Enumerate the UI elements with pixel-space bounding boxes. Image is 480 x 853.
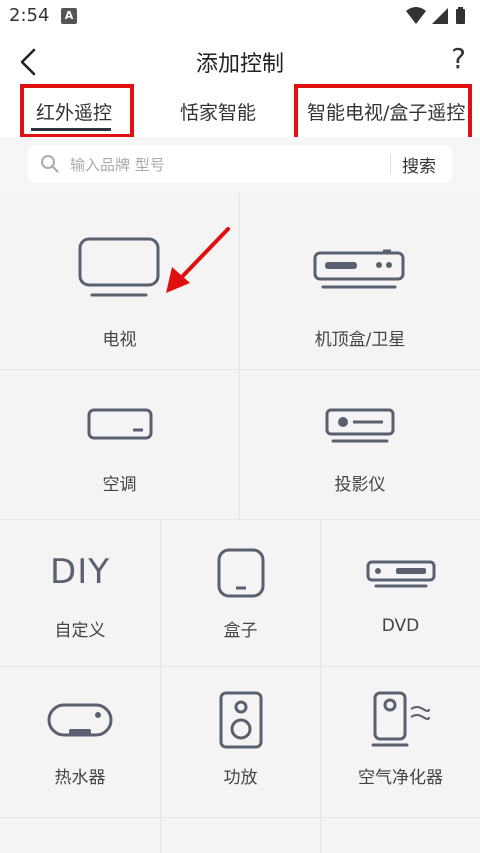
projector-icon	[325, 408, 395, 443]
device-label-box: 盒子	[223, 621, 258, 641]
device-air-purifier[interactable]: 空气净化器	[321, 667, 480, 817]
device-dvd[interactable]: DVD	[321, 520, 480, 666]
speaker-icon	[219, 691, 262, 749]
help-button[interactable]: ?	[451, 42, 466, 75]
search-icon	[41, 155, 59, 173]
device-box[interactable]: 盒子	[161, 520, 320, 666]
air-conditioner-icon	[87, 408, 152, 440]
wifi-icon	[406, 7, 426, 24]
dvd-player-icon	[366, 560, 435, 588]
device-label-amplifier: 功放	[223, 768, 258, 788]
grid-divider	[0, 817, 480, 818]
device-set-top-box[interactable]: 机顶盒/卫星	[240, 193, 480, 369]
device-label-air-conditioner: 空调	[102, 475, 137, 495]
water-heater-icon	[47, 703, 113, 737]
search-divider	[390, 154, 391, 174]
device-label-air-purifier: 空气净化器	[358, 768, 443, 788]
device-air-conditioner[interactable]: 空调	[0, 370, 239, 519]
device-projector[interactable]: 投影仪	[240, 370, 480, 519]
device-label-set-top-box: 机顶盒/卫星	[314, 330, 406, 350]
device-grid: 电视 机顶盒/卫星 空调 投影仪 DIY 自定义 盒子 DVD 热水器 功放 空…	[0, 193, 480, 853]
highlight-box-smart-tv	[294, 84, 472, 144]
device-amplifier[interactable]: 功放	[161, 667, 320, 817]
title-bar: 添加控制 ?	[0, 34, 480, 90]
device-diy[interactable]: DIY 自定义	[0, 520, 160, 666]
search-bar: 输入品牌 型号 搜索	[28, 145, 452, 183]
set-top-box-icon	[313, 249, 405, 289]
box-icon	[217, 548, 264, 598]
status-bar: 2:54 A	[0, 0, 480, 34]
device-label-dvd: DVD	[381, 616, 420, 636]
device-tv[interactable]: 电视	[0, 193, 239, 369]
device-water-heater[interactable]: 热水器	[0, 667, 160, 817]
diy-icon: DIY	[50, 552, 110, 592]
device-label-tv: 电视	[102, 330, 137, 350]
status-icons	[404, 6, 470, 30]
air-purifier-icon	[371, 691, 430, 747]
device-label-diy: 自定义	[54, 621, 106, 641]
tv-icon	[78, 237, 159, 297]
search-area: 输入品牌 型号 搜索	[0, 137, 480, 193]
device-label-water-heater: 热水器	[54, 768, 106, 788]
status-time: 2:54	[9, 5, 50, 26]
signal-icon	[432, 8, 448, 24]
device-label-projector: 投影仪	[334, 475, 386, 495]
search-button[interactable]: 搜索	[402, 152, 436, 177]
red-arrow-icon	[166, 227, 230, 293]
battery-icon	[456, 9, 465, 24]
highlight-box-infrared	[20, 84, 134, 138]
search-input[interactable]: 输入品牌 型号	[70, 154, 165, 175]
notification-icon: A	[61, 8, 77, 24]
page-title: 添加控制	[195, 52, 284, 77]
tab-tianjia-smart[interactable]: 恬家智能	[180, 98, 256, 125]
